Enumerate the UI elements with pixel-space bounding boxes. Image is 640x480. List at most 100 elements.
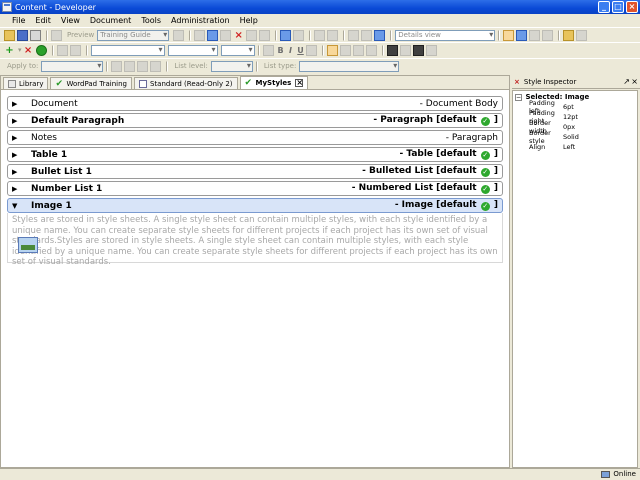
style-preview: Styles are stored in style sheets. A sin… bbox=[7, 213, 503, 267]
print-icon[interactable] bbox=[30, 29, 41, 41]
guide-select[interactable]: Training Guide bbox=[97, 29, 170, 41]
expand-arrow-icon[interactable]: ▶ bbox=[12, 185, 22, 193]
delete-icon[interactable]: × bbox=[233, 30, 244, 41]
size-select[interactable] bbox=[220, 44, 255, 56]
default-check-icon: ✓ bbox=[480, 185, 490, 194]
layout-1-icon[interactable] bbox=[503, 29, 515, 41]
replace-icon[interactable] bbox=[259, 29, 271, 41]
format-toolbar: + ▾ × B I U bbox=[0, 42, 640, 57]
style-row-table-1[interactable]: ▶ Table 1 - Table [default ✓ ] bbox=[7, 147, 503, 162]
image-placeholder-icon bbox=[18, 237, 38, 253]
apply-to-label: Apply to: bbox=[7, 62, 39, 70]
add-icon[interactable]: + bbox=[4, 45, 15, 56]
style-row-notes[interactable]: ▶ Notes - Paragraph bbox=[7, 130, 503, 145]
border-icon[interactable] bbox=[386, 44, 398, 56]
layout-2-icon[interactable] bbox=[516, 29, 528, 41]
menu-edit[interactable]: Edit bbox=[31, 16, 55, 25]
redo-icon[interactable] bbox=[293, 29, 305, 41]
expand-icon[interactable] bbox=[314, 29, 326, 41]
font-select[interactable] bbox=[167, 44, 218, 56]
collapse-arrow-icon[interactable]: ▼ bbox=[12, 202, 22, 210]
menu-tools[interactable]: Tools bbox=[137, 16, 165, 25]
grid-icon[interactable] bbox=[425, 44, 437, 56]
expand-arrow-icon[interactable]: ▶ bbox=[12, 100, 22, 108]
cut-icon[interactable] bbox=[194, 29, 206, 41]
publish-icon[interactable] bbox=[563, 29, 575, 41]
style-row-image-1[interactable]: ▼ Image 1 - Image [default ✓ ] bbox=[7, 198, 503, 213]
paste-icon[interactable] bbox=[220, 29, 232, 41]
import-icon[interactable] bbox=[56, 44, 68, 56]
copy-icon[interactable] bbox=[207, 29, 219, 41]
minimize-button[interactable]: _ bbox=[598, 1, 610, 13]
menu-file[interactable]: File bbox=[8, 16, 29, 25]
bold-button[interactable]: B bbox=[276, 46, 286, 55]
align-right-icon[interactable] bbox=[352, 44, 364, 56]
preview-button[interactable]: Preview bbox=[67, 31, 94, 39]
inspector-close-icon[interactable]: × bbox=[514, 78, 520, 86]
remove-icon[interactable]: × bbox=[23, 45, 34, 56]
title-bar: Content - Developer _ □ × bbox=[0, 0, 640, 14]
menu-view[interactable]: View bbox=[57, 16, 84, 25]
expand-arrow-icon[interactable]: ▶ bbox=[12, 117, 22, 125]
checkmark-icon: ✔ bbox=[55, 78, 64, 89]
color-icon[interactable] bbox=[262, 44, 274, 56]
spell-icon[interactable] bbox=[348, 29, 360, 41]
pin-icon[interactable]: ↗ bbox=[623, 77, 630, 86]
outdent-icon[interactable] bbox=[137, 60, 149, 72]
collapse-icon[interactable] bbox=[327, 29, 339, 41]
format-icon[interactable] bbox=[361, 29, 373, 41]
style-row-bullet-list-1[interactable]: ▶ Bullet List 1 - Bulleted List [default… bbox=[7, 164, 503, 179]
menu-administration[interactable]: Administration bbox=[167, 16, 234, 25]
apply-to-select[interactable] bbox=[41, 60, 104, 72]
layout-4-icon[interactable] bbox=[542, 29, 554, 41]
undo-icon[interactable] bbox=[280, 29, 292, 41]
styles-panel: Library ✔ WordPad Training Standard (Rea… bbox=[0, 75, 510, 468]
prop-border-style[interactable]: Border style Solid bbox=[515, 129, 635, 145]
style-row-document[interactable]: ▶ Document - Document Body bbox=[7, 96, 503, 111]
list-bullets-icon[interactable] bbox=[111, 60, 123, 72]
tab-wordpad-training[interactable]: ✔ WordPad Training bbox=[50, 77, 132, 89]
tab-library[interactable]: Library bbox=[3, 77, 49, 89]
prop-align[interactable]: Align Left bbox=[515, 142, 635, 152]
expand-arrow-icon[interactable]: ▶ bbox=[12, 134, 22, 142]
find-icon[interactable] bbox=[246, 29, 258, 41]
tab-bar: Library ✔ WordPad Training Standard (Rea… bbox=[1, 76, 509, 90]
list-type-select[interactable] bbox=[299, 60, 400, 72]
check-icon[interactable] bbox=[35, 44, 47, 56]
panel-close-icon[interactable]: × bbox=[631, 77, 638, 86]
align-left-icon[interactable] bbox=[326, 44, 338, 56]
view-select[interactable]: Details view bbox=[395, 29, 496, 41]
preview-icon[interactable] bbox=[51, 29, 62, 41]
underline-button[interactable]: U bbox=[296, 46, 306, 55]
superscript-icon[interactable] bbox=[305, 44, 317, 56]
style-row-default-paragraph[interactable]: ▶ Default Paragraph - Paragraph [default… bbox=[7, 113, 503, 128]
close-button[interactable]: × bbox=[626, 1, 638, 13]
menu-document[interactable]: Document bbox=[86, 16, 135, 25]
tab-standard[interactable]: Standard (Read-Only 2) bbox=[133, 77, 238, 89]
save-icon[interactable] bbox=[17, 29, 28, 41]
menu-help[interactable]: Help bbox=[236, 16, 262, 25]
restore-button[interactable]: □ bbox=[612, 1, 624, 13]
table-icon[interactable] bbox=[399, 44, 411, 56]
export-icon[interactable] bbox=[69, 44, 81, 56]
align-center-icon[interactable] bbox=[339, 44, 351, 56]
list-level-select[interactable] bbox=[210, 60, 253, 72]
frame-icon[interactable] bbox=[412, 44, 424, 56]
style-row-number-list-1[interactable]: ▶ Number List 1 - Numbered List [default… bbox=[7, 181, 503, 196]
expand-arrow-icon[interactable]: ▶ bbox=[12, 168, 22, 176]
inspector-header: × Style Inspector ↗ × bbox=[512, 75, 640, 89]
expand-arrow-icon[interactable]: ▶ bbox=[12, 151, 22, 159]
italic-button[interactable]: I bbox=[286, 46, 296, 55]
help-icon[interactable] bbox=[374, 29, 386, 41]
open-folder-icon[interactable] bbox=[4, 29, 15, 41]
justify-icon[interactable] bbox=[365, 44, 377, 56]
close-tab-icon[interactable]: × bbox=[295, 79, 304, 87]
tab-mystyles[interactable]: ✔ MyStyles × bbox=[239, 76, 309, 89]
indent-icon[interactable] bbox=[150, 60, 162, 72]
sync-icon[interactable] bbox=[576, 29, 588, 41]
list-numbers-icon[interactable] bbox=[124, 60, 136, 72]
layout-3-icon[interactable] bbox=[529, 29, 541, 41]
style-select[interactable] bbox=[90, 44, 165, 56]
online-status: Online bbox=[601, 470, 636, 478]
edit-icon[interactable] bbox=[173, 29, 185, 41]
